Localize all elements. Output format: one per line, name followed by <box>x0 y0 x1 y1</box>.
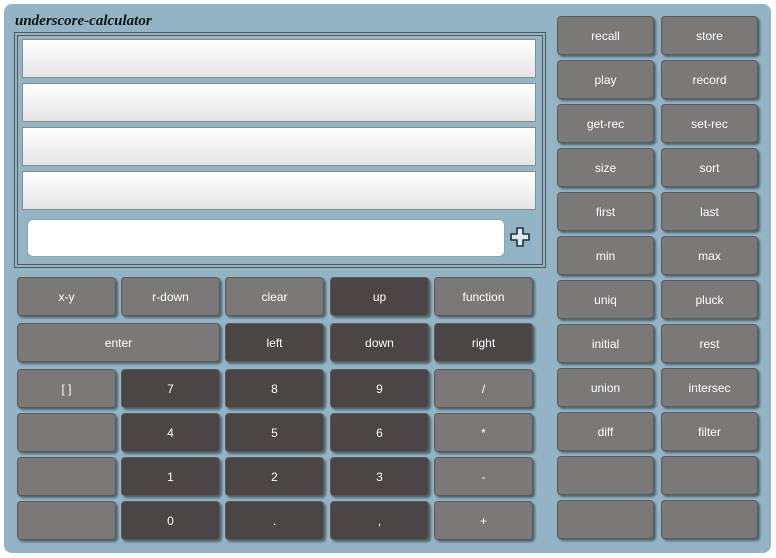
stack-row <box>22 171 536 210</box>
get-rec-button[interactable]: get-rec <box>557 104 654 143</box>
2-button[interactable]: 2 <box>225 457 324 496</box>
comma-button[interactable]: , <box>330 501 429 540</box>
filter-button[interactable]: filter <box>661 412 758 451</box>
stack-row <box>22 39 536 78</box>
recall-button[interactable]: recall <box>557 16 654 55</box>
blank-function-key[interactable] <box>661 500 758 539</box>
display-panel <box>14 32 546 268</box>
sort-button[interactable]: sort <box>661 148 758 187</box>
blank-function-key[interactable] <box>557 456 654 495</box>
enter-button[interactable]: enter <box>17 323 220 362</box>
first-button[interactable]: first <box>557 192 654 231</box>
decimal-button[interactable]: . <box>225 501 324 540</box>
union-button[interactable]: union <box>557 368 654 407</box>
rest-button[interactable]: rest <box>661 324 758 363</box>
plus-button[interactable]: + <box>434 501 533 540</box>
pluck-button[interactable]: pluck <box>661 280 758 319</box>
stack-row <box>22 83 536 122</box>
minus-button[interactable]: - <box>434 457 533 496</box>
set-rec-button[interactable]: set-rec <box>661 104 758 143</box>
function-button[interactable]: function <box>434 277 533 316</box>
6-button[interactable]: 6 <box>330 413 429 452</box>
blank-key-5[interactable] <box>17 501 116 540</box>
3-button[interactable]: 3 <box>330 457 429 496</box>
min-button[interactable]: min <box>557 236 654 275</box>
record-button[interactable]: record <box>661 60 758 99</box>
9-button[interactable]: 9 <box>330 369 429 408</box>
7-button[interactable]: 7 <box>121 369 220 408</box>
clear-button[interactable]: clear <box>225 277 324 316</box>
uniq-button[interactable]: uniq <box>557 280 654 319</box>
blank-function-key[interactable] <box>557 500 654 539</box>
stack-row <box>22 127 536 166</box>
right-button[interactable]: right <box>434 323 533 362</box>
plus-icon[interactable] <box>509 226 533 250</box>
4-button[interactable]: 4 <box>121 413 220 452</box>
1-button[interactable]: 1 <box>121 457 220 496</box>
max-button[interactable]: max <box>661 236 758 275</box>
8-button[interactable]: 8 <box>225 369 324 408</box>
divide-button[interactable]: / <box>434 369 533 408</box>
intersec-button[interactable]: intersec <box>661 368 758 407</box>
multiply-button[interactable]: * <box>434 413 533 452</box>
0-button[interactable]: 0 <box>121 501 220 540</box>
up-button[interactable]: up <box>330 277 429 316</box>
x-y-button[interactable]: x-y <box>17 277 116 316</box>
diff-button[interactable]: diff <box>557 412 654 451</box>
left-button[interactable]: left <box>225 323 324 362</box>
blank-function-key[interactable] <box>661 456 758 495</box>
r-down-button[interactable]: r-down <box>121 277 220 316</box>
play-button[interactable]: play <box>557 60 654 99</box>
5-button[interactable]: 5 <box>225 413 324 452</box>
initial-button[interactable]: initial <box>557 324 654 363</box>
store-button[interactable]: store <box>661 16 758 55</box>
last-button[interactable]: last <box>661 192 758 231</box>
app-title: underscore-calculator <box>15 13 152 29</box>
blank-key-4[interactable] <box>17 457 116 496</box>
blank-key-3[interactable] <box>17 413 116 452</box>
size-button[interactable]: size <box>557 148 654 187</box>
down-button[interactable]: down <box>330 323 429 362</box>
entry-input[interactable] <box>27 219 505 257</box>
brackets-button[interactable]: [ ] <box>17 369 116 408</box>
